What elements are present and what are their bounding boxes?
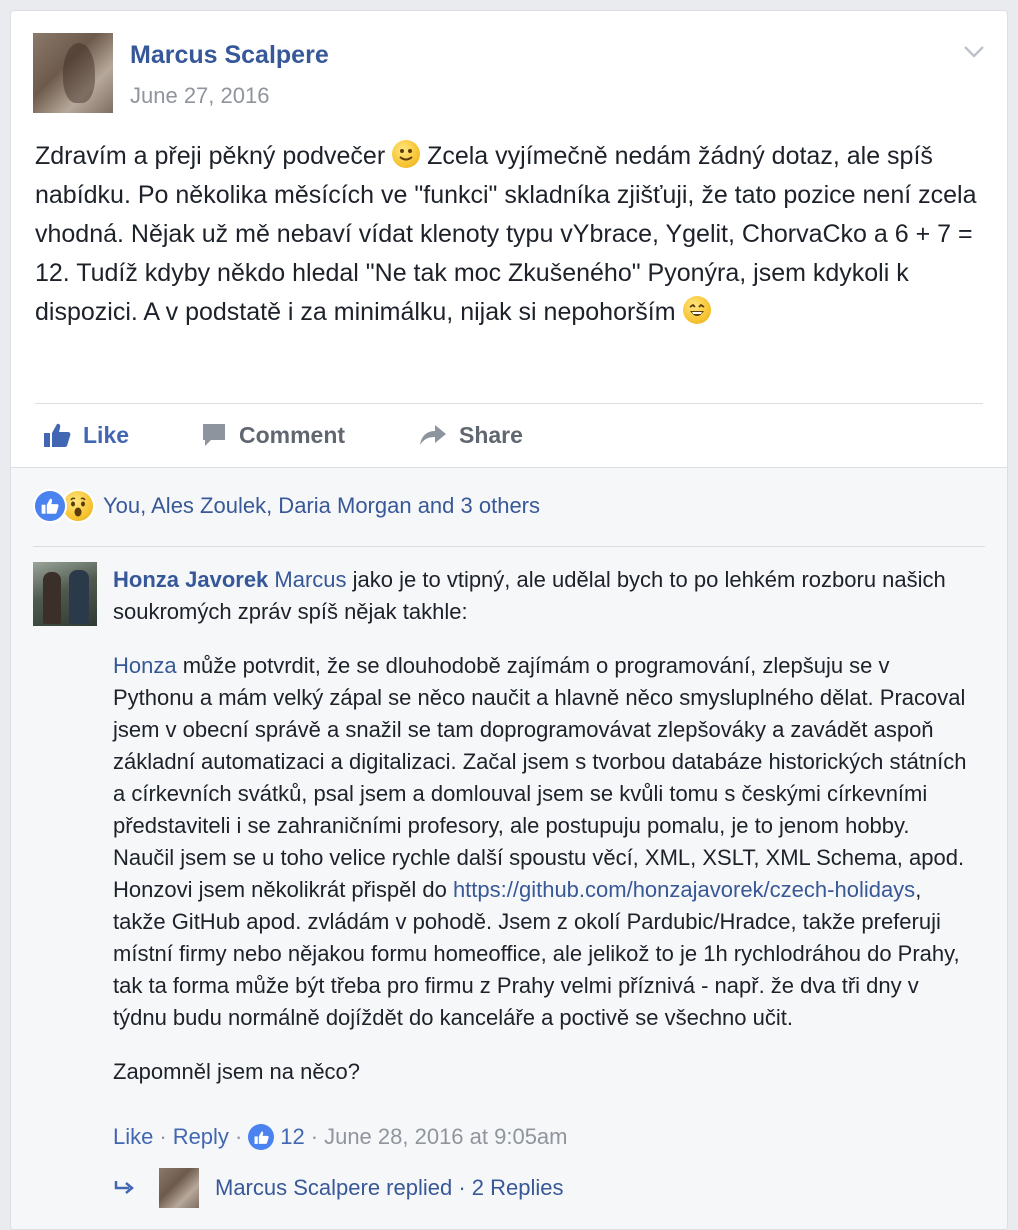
comment-like-count[interactable]: 12 [280,1124,304,1150]
comment-icon [203,424,225,446]
post-card: Marcus Scalpere June 27, 2016 Zdravím a … [10,10,1008,1230]
post-text-part-1: Zdravím a přeji pěkný podvečer [35,142,386,170]
reactions-divider [33,546,985,547]
replies-text[interactable]: Marcus Scalpere replied · 2 Replies [215,1175,564,1201]
smile-emoji-icon [392,140,421,168]
thumbs-up-icon [44,423,71,447]
post-author-name[interactable]: Marcus Scalpere [130,41,329,70]
comment-like-link[interactable]: Like [113,1124,153,1150]
reply-arrow-icon [114,1181,134,1194]
share-button-label: Share [459,421,523,448]
comment-body: Honza Javorek Marcus jako je to vtipný, … [113,564,973,1088]
laugh-emoji-icon [682,296,711,324]
comments-area: You, Ales Zoulek, Daria Morgan and 3 oth… [11,467,1007,1229]
comment-timestamp[interactable]: June 28, 2016 at 9:05am [324,1124,567,1150]
meta-separator: · [159,1124,167,1149]
comment-meta: Like · Reply · 12 · June 28, 2016 at 9:0… [113,1120,568,1154]
replies-row[interactable]: Marcus Scalpere replied · 2 Replies [113,1168,564,1208]
chevron-down-icon[interactable] [963,45,985,59]
like-button-label: Like [83,421,130,448]
comment-mention[interactable]: Marcus [274,567,346,592]
post-header: Marcus Scalpere June 27, 2016 [33,33,987,115]
github-link[interactable]: https://github.com/honzajavorek/czech-ho… [453,877,915,902]
meta-separator: · [310,1124,319,1149]
comment-button[interactable]: Comment [201,413,345,457]
share-button[interactable]: Share [419,413,523,457]
comment-closing: Zapomněl jsem na něco? [113,1059,361,1084]
comment-para-1: může potvrdit, že se dlouhodobě zajímám … [113,653,967,902]
post-text: Zdravím a přeji pěkný podvečer Zcela vyj… [35,137,995,332]
commenter-name[interactable]: Honza Javorek [113,567,268,592]
like-count-icon [248,1124,275,1150]
reactions-text[interactable]: You, Ales Zoulek, Daria Morgan and 3 oth… [103,493,540,519]
commenter-avatar[interactable] [33,562,97,626]
post-divider [35,403,983,404]
comment-button-label: Comment [239,421,346,448]
reactions-summary[interactable]: You, Ales Zoulek, Daria Morgan and 3 oth… [33,488,540,524]
post-date[interactable]: June 27, 2016 [130,83,269,109]
like-reaction-icon [33,489,67,523]
share-icon [420,425,446,445]
meta-separator: · [234,1124,243,1149]
comment-para-mention[interactable]: Honza [113,653,177,678]
comment-reply-link[interactable]: Reply [173,1124,229,1150]
post-actions: Like Comment Share [35,413,735,457]
author-avatar[interactable] [33,33,113,113]
like-button[interactable]: Like [43,413,129,457]
reply-author-avatar [159,1168,199,1208]
